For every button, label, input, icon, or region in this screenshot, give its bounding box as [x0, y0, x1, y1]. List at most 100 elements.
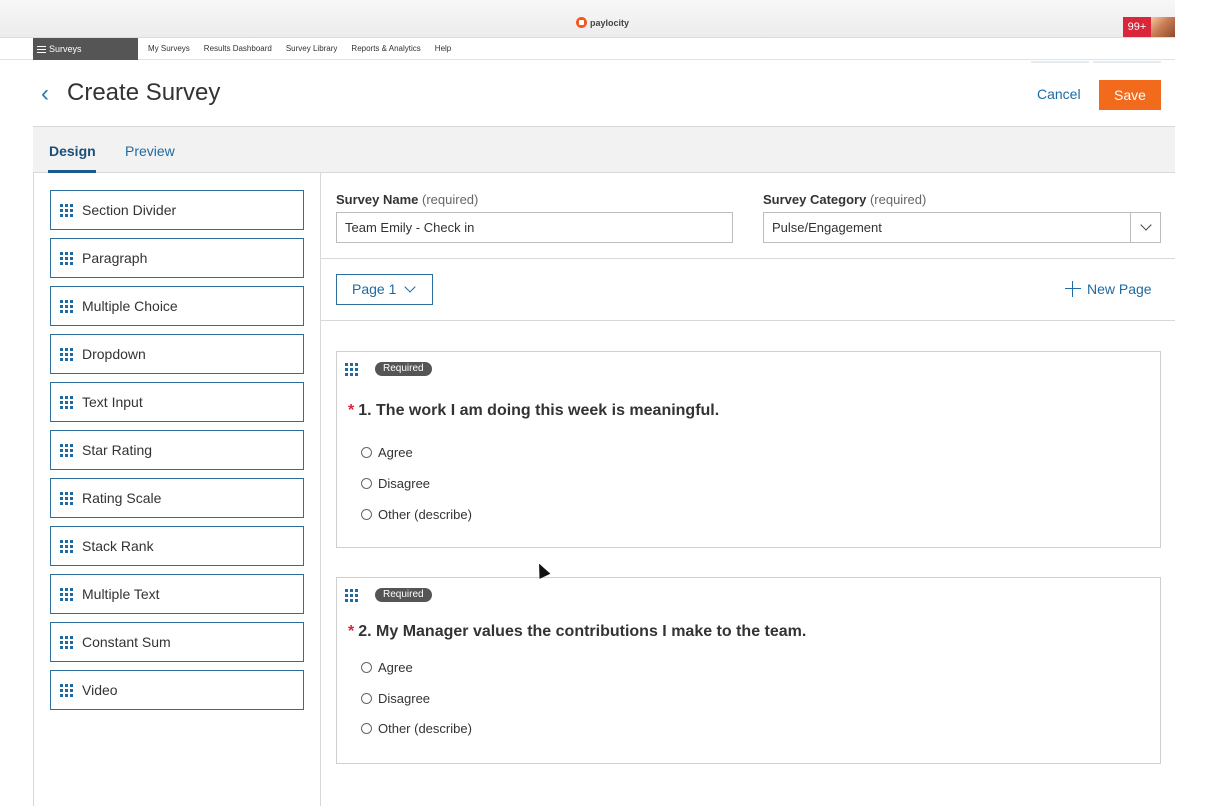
brand-logo: paylocity	[576, 17, 629, 28]
question-text-label: 1. The work I am doing this week is mean…	[358, 402, 720, 419]
page-selector-button[interactable]: Page 1	[336, 274, 433, 305]
tool-video[interactable]: Video	[50, 670, 304, 710]
nav-link-help[interactable]: Help	[435, 38, 451, 60]
radio-icon	[361, 723, 372, 734]
hamburger-icon	[37, 45, 46, 53]
app-nav-bar: Surveys My Surveys Results Dashboard Sur…	[0, 38, 1175, 60]
option-other[interactable]: Other (describe)	[361, 721, 472, 736]
nav-link-my-surveys[interactable]: My Surveys	[148, 38, 190, 60]
radio-icon	[361, 509, 372, 520]
section-divider-line	[321, 258, 1175, 259]
nav-links: My Surveys Results Dashboard Survey Libr…	[148, 38, 451, 60]
drag-handle-icon	[60, 587, 75, 601]
page-header: ‹ Create Survey Cancel Save	[33, 62, 1175, 127]
surveys-menu-button[interactable]: Surveys	[33, 38, 138, 60]
tab-design[interactable]: Design	[49, 143, 96, 159]
top-brand-bar: paylocity 99+	[0, 0, 1175, 38]
tool-label: Dropdown	[82, 346, 146, 362]
survey-category-label-text: Survey Category	[763, 192, 867, 207]
save-button[interactable]: Save	[1099, 80, 1161, 110]
plus-icon	[1065, 281, 1081, 297]
select-divider	[1130, 213, 1131, 242]
option-label: Other (describe)	[378, 507, 472, 522]
chevron-down-icon	[404, 281, 416, 293]
nav-link-results-dashboard[interactable]: Results Dashboard	[204, 38, 272, 60]
tool-label: Text Input	[82, 394, 143, 410]
question-toolbar: Required	[345, 588, 432, 602]
tool-text-input[interactable]: Text Input	[50, 382, 304, 422]
survey-name-required-text: (required)	[422, 192, 479, 207]
tool-paragraph[interactable]: Paragraph	[50, 238, 304, 278]
tab-preview[interactable]: Preview	[125, 143, 175, 159]
option-label: Agree	[378, 445, 413, 460]
survey-editor: Survey Name (required) Survey Category (…	[321, 173, 1175, 806]
new-page-button[interactable]: New Page	[1065, 281, 1152, 297]
tool-label: Section Divider	[82, 202, 177, 218]
nav-link-survey-library[interactable]: Survey Library	[286, 38, 338, 60]
drag-handle-icon[interactable]	[345, 362, 360, 376]
option-agree[interactable]: Agree	[361, 660, 413, 675]
tabs-bar: Design Preview	[33, 127, 1175, 173]
tool-label: Stack Rank	[82, 538, 154, 554]
required-star: *	[348, 402, 355, 419]
option-label: Disagree	[378, 691, 431, 706]
required-star: *	[348, 623, 355, 640]
page-selector-label: Page 1	[352, 281, 397, 297]
tool-multiple-text[interactable]: Multiple Text	[50, 574, 304, 614]
nav-link-reports-analytics[interactable]: Reports & Analytics	[351, 38, 420, 60]
tool-label: Multiple Choice	[82, 298, 178, 314]
survey-name-label-text: Survey Name	[336, 192, 419, 207]
question-card[interactable]: Required * 1. The work I am doing this we…	[336, 351, 1161, 548]
drag-handle-icon	[60, 491, 75, 505]
survey-category-select[interactable]: Pulse/Engagement	[763, 212, 1161, 243]
option-agree[interactable]: Agree	[361, 445, 413, 460]
tool-stack-rank[interactable]: Stack Rank	[50, 526, 304, 566]
tool-star-rating[interactable]: Star Rating	[50, 430, 304, 470]
tool-section-divider[interactable]: Section Divider	[50, 190, 304, 230]
chevron-down-icon	[1140, 219, 1152, 231]
tool-label: Star Rating	[82, 442, 153, 458]
radio-icon	[361, 478, 372, 489]
tool-label: Constant Sum	[82, 634, 171, 650]
tool-label: Rating Scale	[82, 490, 162, 506]
notification-badge[interactable]: 99+	[1123, 17, 1151, 37]
survey-category-value: Pulse/Engagement	[772, 220, 882, 235]
tool-dropdown[interactable]: Dropdown	[50, 334, 304, 374]
survey-name-label: Survey Name (required)	[336, 192, 478, 207]
question-text: * 1. The work I am doing this week is mea…	[348, 402, 719, 420]
question-toolbox: Section Divider Paragraph Multiple Choic…	[33, 173, 321, 806]
drag-handle-icon	[60, 395, 75, 409]
radio-icon	[361, 447, 372, 458]
tool-label: Paragraph	[82, 250, 148, 266]
drag-handle-icon	[60, 299, 75, 313]
tool-label: Video	[82, 682, 118, 698]
radio-icon	[361, 693, 372, 704]
paylocity-logo-icon	[576, 17, 587, 28]
option-label: Other (describe)	[378, 721, 472, 736]
tool-multiple-choice[interactable]: Multiple Choice	[50, 286, 304, 326]
new-page-label: New Page	[1087, 281, 1152, 297]
drag-handle-icon[interactable]	[345, 588, 360, 602]
required-badge: Required	[375, 362, 432, 376]
tool-label: Multiple Text	[82, 586, 160, 602]
option-label: Agree	[378, 660, 413, 675]
tool-constant-sum[interactable]: Constant Sum	[50, 622, 304, 662]
back-chevron-icon[interactable]: ‹	[41, 82, 49, 106]
survey-category-label: Survey Category (required)	[763, 192, 926, 207]
option-other[interactable]: Other (describe)	[361, 507, 472, 522]
brand-name: paylocity	[590, 17, 630, 28]
drag-handle-icon	[60, 203, 75, 217]
question-card[interactable]: Required * 2. My Manager values the contr…	[336, 577, 1161, 764]
option-disagree[interactable]: Disagree	[361, 691, 430, 706]
section-divider-line	[321, 320, 1175, 321]
tool-rating-scale[interactable]: Rating Scale	[50, 478, 304, 518]
cancel-button[interactable]: Cancel	[1037, 86, 1081, 102]
required-badge: Required	[375, 588, 432, 602]
option-disagree[interactable]: Disagree	[361, 476, 430, 491]
surveys-menu-label: Surveys	[49, 44, 82, 54]
drag-handle-icon	[60, 443, 75, 457]
survey-name-input[interactable]	[336, 212, 733, 243]
question-text-label: 2. My Manager values the contributions I…	[358, 623, 807, 640]
question-toolbar: Required	[345, 362, 432, 376]
user-avatar[interactable]	[1151, 17, 1175, 37]
